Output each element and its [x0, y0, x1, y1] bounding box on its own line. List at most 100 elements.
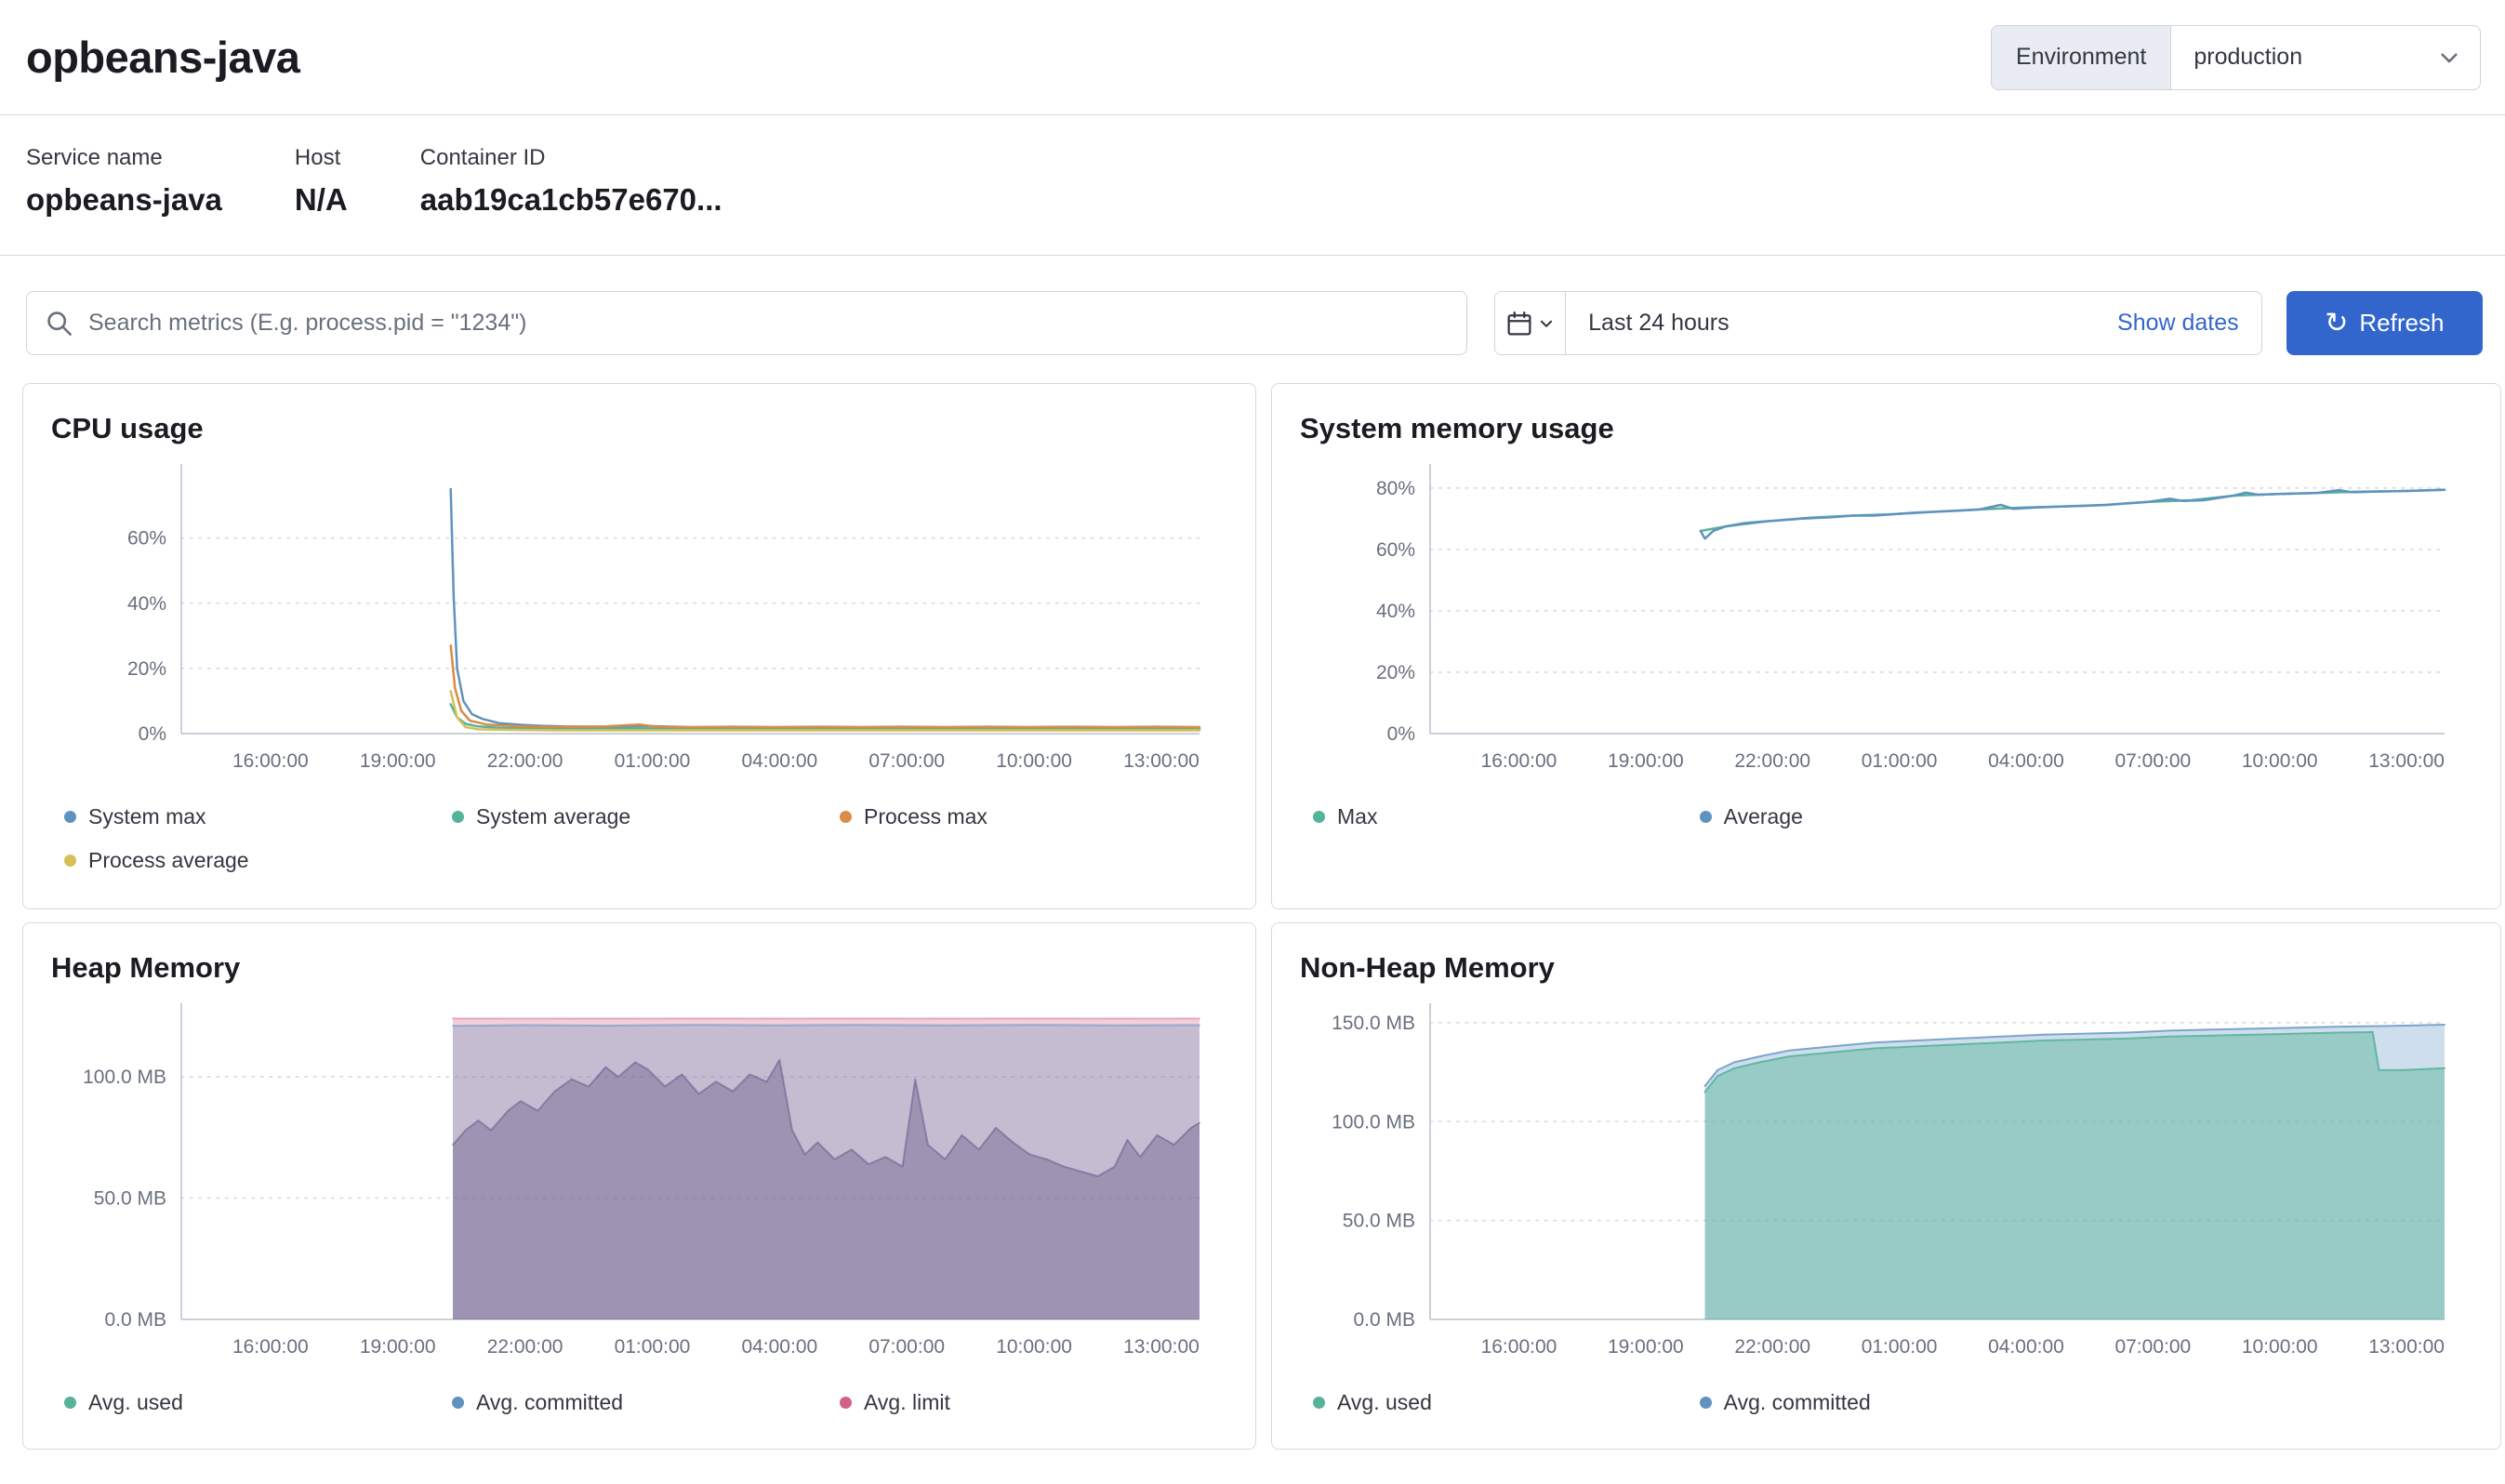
legend-item[interactable]: Avg. used: [1313, 1390, 1700, 1415]
chart-title: Non-Heap Memory: [1300, 951, 2472, 985]
svg-text:13:00:00: 13:00:00: [1123, 750, 1199, 772]
legend-item[interactable]: Process max: [840, 804, 1227, 829]
refresh-label: Refresh: [2359, 309, 2444, 338]
legend-label: Process max: [864, 804, 987, 829]
svg-text:0%: 0%: [1387, 723, 1415, 745]
host-value: N/A: [295, 182, 348, 218]
svg-text:22:00:00: 22:00:00: [487, 750, 563, 772]
svg-text:10:00:00: 10:00:00: [996, 750, 1072, 772]
system-memory-legend: Max Average: [1313, 804, 2472, 829]
svg-text:04:00:00: 04:00:00: [741, 1336, 817, 1358]
cpu-usage-legend: System max System average Process max Proce…: [64, 804, 1227, 873]
chart-title: CPU usage: [51, 412, 1227, 445]
refresh-button[interactable]: ↻ Refresh: [2286, 291, 2483, 355]
container-id-block: Container ID aab19ca1cb57e670...: [420, 145, 722, 218]
time-range-value: Last 24 hours: [1588, 310, 1730, 337]
refresh-icon: ↻: [2325, 310, 2348, 338]
svg-text:0.0 MB: 0.0 MB: [1353, 1309, 1415, 1331]
svg-text:50.0 MB: 50.0 MB: [1343, 1211, 1415, 1232]
heap-memory-panel: Heap Memory 0.0 MB50.0 MB100.0 MB16:00:0…: [22, 922, 1256, 1450]
legend-dot-icon: [1700, 811, 1712, 823]
svg-text:07:00:00: 07:00:00: [2114, 750, 2191, 772]
svg-text:19:00:00: 19:00:00: [1608, 1336, 1684, 1358]
heap-memory-legend: Avg. used Avg. committed Avg. limit: [64, 1390, 1227, 1415]
legend-label: Avg. committed: [476, 1390, 623, 1415]
svg-text:0%: 0%: [139, 723, 166, 745]
svg-text:10:00:00: 10:00:00: [2242, 1336, 2318, 1358]
environment-select[interactable]: production: [2171, 26, 2480, 89]
svg-text:20%: 20%: [127, 658, 166, 680]
svg-text:100.0 MB: 100.0 MB: [1332, 1111, 1415, 1133]
legend-dot-icon: [452, 811, 464, 823]
legend-dot-icon: [64, 811, 76, 823]
legend-item[interactable]: Avg. committed: [452, 1390, 840, 1415]
legend-item[interactable]: Avg. committed: [1700, 1390, 2087, 1415]
svg-text:22:00:00: 22:00:00: [487, 1336, 563, 1358]
cpu-usage-chart[interactable]: 0% 20% 40% 60% 16:00:00 19:00:00 22:00:00 01:00…: [51, 455, 1227, 780]
svg-text:50.0 MB: 50.0 MB: [94, 1188, 166, 1210]
svg-text:16:00:00: 16:00:00: [1481, 1336, 1557, 1358]
date-picker-group: Last 24 hours Show dates: [1494, 291, 2262, 355]
legend-item[interactable]: Max: [1313, 804, 1700, 829]
svg-text:19:00:00: 19:00:00: [360, 1336, 436, 1358]
system-memory-chart[interactable]: 0%20%40%60%80%16:00:0019:00:0022:00:0001…: [1300, 455, 2472, 780]
legend-label: System max: [88, 804, 206, 829]
legend-label: System average: [476, 804, 630, 829]
svg-text:13:00:00: 13:00:00: [2368, 750, 2445, 772]
legend-item[interactable]: System average: [452, 804, 840, 829]
svg-text:16:00:00: 16:00:00: [232, 750, 309, 772]
legend-label: Process average: [88, 848, 249, 873]
svg-text:13:00:00: 13:00:00: [2368, 1336, 2445, 1358]
legend-label: Avg. used: [88, 1390, 183, 1415]
svg-text:40%: 40%: [127, 593, 166, 615]
page-title: opbeans-java: [26, 32, 299, 83]
service-name-block: Service name opbeans-java: [26, 145, 222, 218]
chevron-down-icon: [2437, 46, 2461, 70]
environment-selected-value: production: [2194, 44, 2302, 71]
svg-text:19:00:00: 19:00:00: [360, 750, 436, 772]
page-header: opbeans-java Environment production: [0, 0, 2505, 115]
show-dates-button[interactable]: Show dates: [2117, 310, 2239, 337]
svg-text:04:00:00: 04:00:00: [1988, 1336, 2064, 1358]
svg-text:0.0 MB: 0.0 MB: [104, 1309, 166, 1331]
svg-text:100.0 MB: 100.0 MB: [83, 1067, 166, 1088]
service-info-bar: Service name opbeans-java Host N/A Conta…: [0, 115, 2505, 256]
search-icon: [46, 310, 73, 338]
legend-dot-icon: [64, 1397, 76, 1409]
legend-dot-icon: [840, 1397, 852, 1409]
svg-text:07:00:00: 07:00:00: [868, 750, 945, 772]
svg-text:07:00:00: 07:00:00: [2114, 1336, 2191, 1358]
svg-text:01:00:00: 01:00:00: [1862, 1336, 1938, 1358]
host-block: Host N/A: [295, 145, 348, 218]
legend-label: Avg. used: [1337, 1390, 1432, 1415]
heap-memory-chart[interactable]: 0.0 MB50.0 MB100.0 MB16:00:0019:00:0022:…: [51, 994, 1227, 1366]
time-range-display[interactable]: Last 24 hours Show dates: [1566, 292, 2261, 354]
legend-item[interactable]: Avg. used: [64, 1390, 452, 1415]
container-id-label: Container ID: [420, 145, 722, 171]
legend-dot-icon: [840, 811, 852, 823]
svg-text:60%: 60%: [127, 528, 166, 550]
svg-text:01:00:00: 01:00:00: [615, 1336, 691, 1358]
svg-text:60%: 60%: [1376, 539, 1415, 561]
legend-item[interactable]: Avg. limit: [840, 1390, 1227, 1415]
svg-text:01:00:00: 01:00:00: [1862, 750, 1938, 772]
svg-text:01:00:00: 01:00:00: [615, 750, 691, 772]
search-metrics-input[interactable]: [88, 310, 1448, 337]
legend-item[interactable]: Process average: [64, 848, 452, 873]
non-heap-memory-panel: Non-Heap Memory 0.0 MB 50.0 MB 100.0 MB 150…: [1271, 922, 2501, 1450]
legend-item[interactable]: System max: [64, 804, 452, 829]
date-quick-select-button[interactable]: [1495, 292, 1566, 354]
svg-text:80%: 80%: [1376, 478, 1415, 499]
legend-dot-icon: [452, 1397, 464, 1409]
legend-item[interactable]: Average: [1700, 804, 2087, 829]
search-box: [26, 291, 1467, 355]
legend-label: Max: [1337, 804, 1377, 829]
legend-dot-icon: [1313, 1397, 1325, 1409]
service-name-value: opbeans-java: [26, 182, 222, 218]
non-heap-memory-chart[interactable]: 0.0 MB 50.0 MB 100.0 MB 150.0 MB 16:00:00 19:…: [1300, 994, 2472, 1366]
svg-text:22:00:00: 22:00:00: [1734, 1336, 1810, 1358]
svg-text:04:00:00: 04:00:00: [1988, 750, 2064, 772]
svg-text:04:00:00: 04:00:00: [741, 750, 817, 772]
environment-label: Environment: [1992, 26, 2171, 89]
svg-text:150.0 MB: 150.0 MB: [1332, 1013, 1415, 1034]
